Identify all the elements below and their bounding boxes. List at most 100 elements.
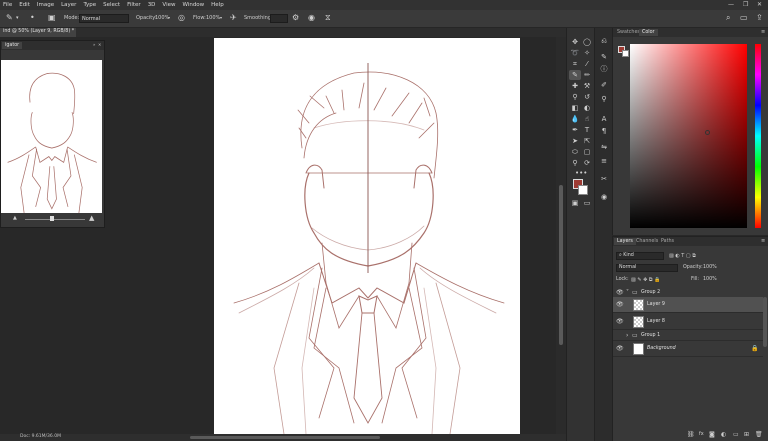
mode-select[interactable]: Normal bbox=[79, 14, 129, 23]
lock-icons[interactable]: ▨ ✎ ✥ ⧉ 🔒 bbox=[631, 277, 660, 283]
rectangle-tool-icon[interactable]: ▢ bbox=[581, 147, 593, 157]
info-icon[interactable]: ⓘ bbox=[598, 64, 610, 74]
airbrush-icon[interactable]: ✈ bbox=[230, 13, 237, 23]
layer-row-background[interactable]: 👁 Background 🔒 bbox=[613, 341, 763, 357]
new-layer-icon[interactable]: ⊞ bbox=[744, 431, 749, 438]
zoom-slider-track[interactable] bbox=[25, 219, 85, 220]
clone-stamp-icon[interactable]: ⚲ bbox=[569, 92, 581, 102]
close-window-button[interactable]: ✕ bbox=[757, 1, 762, 8]
pressure-opacity-icon[interactable]: ◎ bbox=[178, 13, 185, 23]
ellipse-tool-icon[interactable]: ⬭ bbox=[569, 147, 581, 157]
magic-wand-icon[interactable]: ✧ bbox=[581, 48, 593, 58]
blur-tool-icon[interactable]: 💧 bbox=[569, 114, 581, 124]
navigator-thumbnail[interactable] bbox=[1, 60, 102, 253]
tab-color[interactable]: Color bbox=[639, 29, 658, 36]
minimize-button[interactable]: — bbox=[728, 1, 734, 8]
document-canvas[interactable] bbox=[214, 38, 520, 435]
tab-paths[interactable]: Paths bbox=[658, 238, 677, 245]
menu-filter[interactable]: Filter bbox=[127, 2, 141, 8]
menu-layer[interactable]: Layer bbox=[61, 2, 76, 8]
share-icon[interactable]: ⇪ bbox=[756, 13, 763, 23]
menu-image[interactable]: Image bbox=[37, 2, 54, 8]
chevron-down-icon[interactable]: ˅ bbox=[626, 289, 629, 296]
adjustments-icon[interactable]: ⇋ bbox=[598, 142, 610, 152]
fill-value[interactable]: 100% bbox=[703, 277, 717, 282]
search-icon[interactable]: ⌕ bbox=[726, 13, 730, 23]
vertical-scrollbar[interactable] bbox=[556, 37, 566, 434]
character-icon[interactable]: A bbox=[598, 114, 610, 124]
type-tool-icon[interactable]: T bbox=[581, 125, 593, 135]
chevron-right-icon[interactable]: › bbox=[626, 332, 628, 339]
blend-mode-select[interactable]: Normal bbox=[616, 264, 678, 272]
symmetry-icon[interactable]: ⧖ bbox=[325, 13, 331, 23]
eraser-tool-icon[interactable]: ◧ bbox=[569, 103, 581, 113]
menu-help[interactable]: Help bbox=[211, 2, 224, 8]
brush-tool-icon[interactable]: ✎ bbox=[569, 70, 581, 80]
layer-row-layer-9[interactable]: 👁 Layer 9 bbox=[613, 297, 763, 313]
layer-filter-select[interactable]: ⌕ Kind bbox=[616, 252, 664, 260]
color-picker-cursor[interactable] bbox=[705, 130, 710, 135]
menu-window[interactable]: Window bbox=[182, 2, 204, 8]
layer-mask-icon[interactable]: ◙ bbox=[709, 431, 715, 438]
rotate-view-icon[interactable]: ⟳ bbox=[581, 158, 593, 168]
hue-slider[interactable] bbox=[755, 44, 761, 228]
close-panel-icon[interactable]: ✕ bbox=[98, 42, 101, 47]
doc-size-info[interactable]: Doc: 9.61M/36.0M bbox=[20, 434, 61, 439]
history-icon[interactable]: ⎌ bbox=[598, 36, 610, 46]
paragraph-icon[interactable]: ¶ bbox=[598, 126, 610, 136]
zoom-slider-handle[interactable] bbox=[50, 216, 54, 221]
properties-icon[interactable]: ≡ bbox=[598, 156, 610, 166]
pencil-tool-icon[interactable]: ✏ bbox=[581, 70, 593, 80]
layer-row-layer-8[interactable]: 👁 Layer 8 bbox=[613, 314, 763, 330]
move-tool-icon[interactable]: ✥ bbox=[569, 37, 581, 47]
horizontal-scroll-thumb[interactable] bbox=[190, 436, 380, 439]
crop-tool-icon[interactable]: ⌗ bbox=[569, 59, 581, 69]
visibility-eye-icon[interactable]: 👁 bbox=[616, 318, 624, 325]
delete-layer-icon[interactable]: 🗑 bbox=[755, 431, 763, 438]
zoom-tool-icon[interactable]: ⚲ bbox=[569, 158, 581, 168]
visibility-eye-icon[interactable]: 👁 bbox=[616, 345, 624, 352]
more-tools-icon[interactable]: ••• bbox=[575, 168, 587, 178]
healing-brush-icon[interactable]: ✚ bbox=[569, 81, 581, 91]
panel-menu-icon[interactable]: ≡ bbox=[761, 29, 765, 35]
navigator-tab[interactable]: igator bbox=[2, 42, 23, 49]
link-layers-icon[interactable]: ⛓ bbox=[687, 431, 695, 438]
flow-value[interactable]: 100% bbox=[206, 15, 220, 21]
color-picker-field[interactable] bbox=[630, 44, 747, 228]
tab-channels[interactable]: Channels bbox=[633, 238, 661, 245]
quick-mask-icon[interactable]: ▣ bbox=[569, 198, 581, 208]
workspace-icon[interactable]: ▭ bbox=[740, 13, 748, 23]
menu-edit[interactable]: Edit bbox=[19, 2, 30, 8]
brush-settings-icon[interactable]: ✎ bbox=[598, 52, 610, 62]
adjustment-layer-icon[interactable]: ◐ bbox=[721, 431, 726, 438]
visibility-eye-icon[interactable]: 👁 bbox=[616, 289, 624, 296]
background-eraser-icon[interactable]: ◐ bbox=[581, 103, 593, 113]
chevron-down-icon[interactable]: ▾ bbox=[16, 13, 19, 23]
menu-type[interactable]: Type bbox=[83, 2, 96, 8]
pen-tool-icon[interactable]: ✒ bbox=[569, 125, 581, 135]
history-brush-icon[interactable]: ↺ bbox=[581, 92, 593, 102]
brushes-icon[interactable]: ✐ bbox=[598, 80, 610, 90]
filter-pixel-icon[interactable]: ▨ ◐ T ▢ ⧉ bbox=[669, 253, 696, 259]
menu-select[interactable]: Select bbox=[103, 2, 120, 8]
new-group-icon[interactable]: ▭ bbox=[733, 431, 739, 438]
eyedropper-icon[interactable]: ⁄ bbox=[581, 59, 593, 69]
vertical-scroll-thumb[interactable] bbox=[559, 185, 563, 345]
visibility-eye-icon[interactable]: 👁 bbox=[616, 301, 624, 308]
brush-preset-icon[interactable]: • bbox=[30, 13, 35, 23]
lasso-tool-icon[interactable]: ➰ bbox=[569, 48, 581, 58]
lock-icon[interactable]: 🔒 bbox=[751, 345, 758, 352]
panel-background-swatch[interactable] bbox=[622, 50, 629, 57]
smoothing-input[interactable] bbox=[270, 14, 288, 23]
opacity-chevron-icon[interactable]: ▾ bbox=[168, 15, 170, 20]
styles-icon[interactable]: ◉ bbox=[598, 192, 610, 202]
smudge-tool-icon[interactable]: ☝ bbox=[581, 114, 593, 124]
zoom-out-icon[interactable]: ▲ bbox=[13, 215, 17, 221]
layers-menu-icon[interactable]: ≡ bbox=[761, 238, 765, 244]
path-selection-icon[interactable]: ➤ bbox=[569, 136, 581, 146]
smoothing-gear-icon[interactable]: ⚙ bbox=[292, 13, 299, 23]
layers-scrollbar[interactable] bbox=[763, 297, 767, 347]
mixer-brush-icon[interactable]: ⚒ bbox=[581, 81, 593, 91]
pressure-size-icon[interactable]: ◉ bbox=[308, 13, 315, 23]
screen-mode-icon[interactable]: ▭ bbox=[581, 198, 593, 208]
